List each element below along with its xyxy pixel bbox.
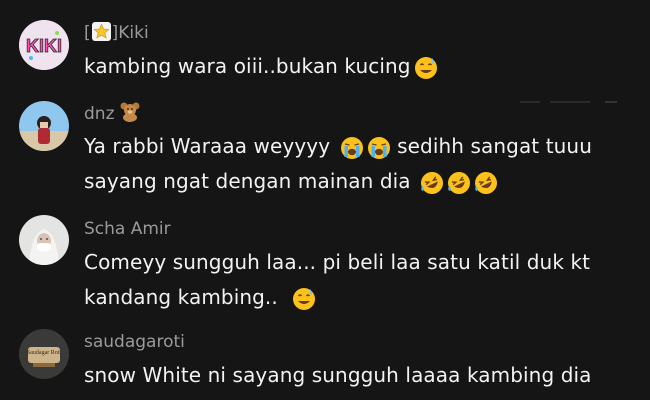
teddy-bear-icon (119, 102, 141, 122)
rolling-laughing-emoji (420, 171, 444, 195)
svg-text:KIKI: KIKI (26, 36, 62, 56)
sweat-smile-emoji (292, 287, 316, 311)
comment-text: kambing wara oiii..bukan kucing (84, 49, 644, 84)
username[interactable]: dnz (84, 102, 141, 125)
username[interactable]: saudagaroti (84, 331, 185, 353)
avatar[interactable]: Saudagar Roti (19, 329, 69, 379)
svg-text:Saudagar Roti: Saudagar Roti (27, 350, 61, 356)
avatar[interactable]: KIKI (19, 20, 69, 70)
comment-text: Comeyy sungguh laa... pi beli laa satu k… (84, 250, 591, 311)
rolling-laughing-emoji (474, 171, 498, 195)
username[interactable]: Scha Amir (84, 218, 171, 240)
avatar[interactable] (19, 101, 69, 151)
rolling-laughing-emoji (447, 171, 471, 195)
comment-text: snow White ni sayang sungguh laaaa kambi… (84, 363, 592, 387)
star-icon (91, 22, 111, 41)
loudly-crying-emoji (340, 136, 364, 160)
username[interactable]: []Kiki (84, 22, 149, 44)
comment-text: Ya rabbi Waraaa weyyyy sedihh sangat tuu… (84, 129, 644, 199)
sweat-smile-emoji (414, 56, 438, 80)
avatar[interactable] (19, 215, 69, 265)
divider (520, 89, 620, 103)
loudly-crying-emoji (367, 136, 391, 160)
